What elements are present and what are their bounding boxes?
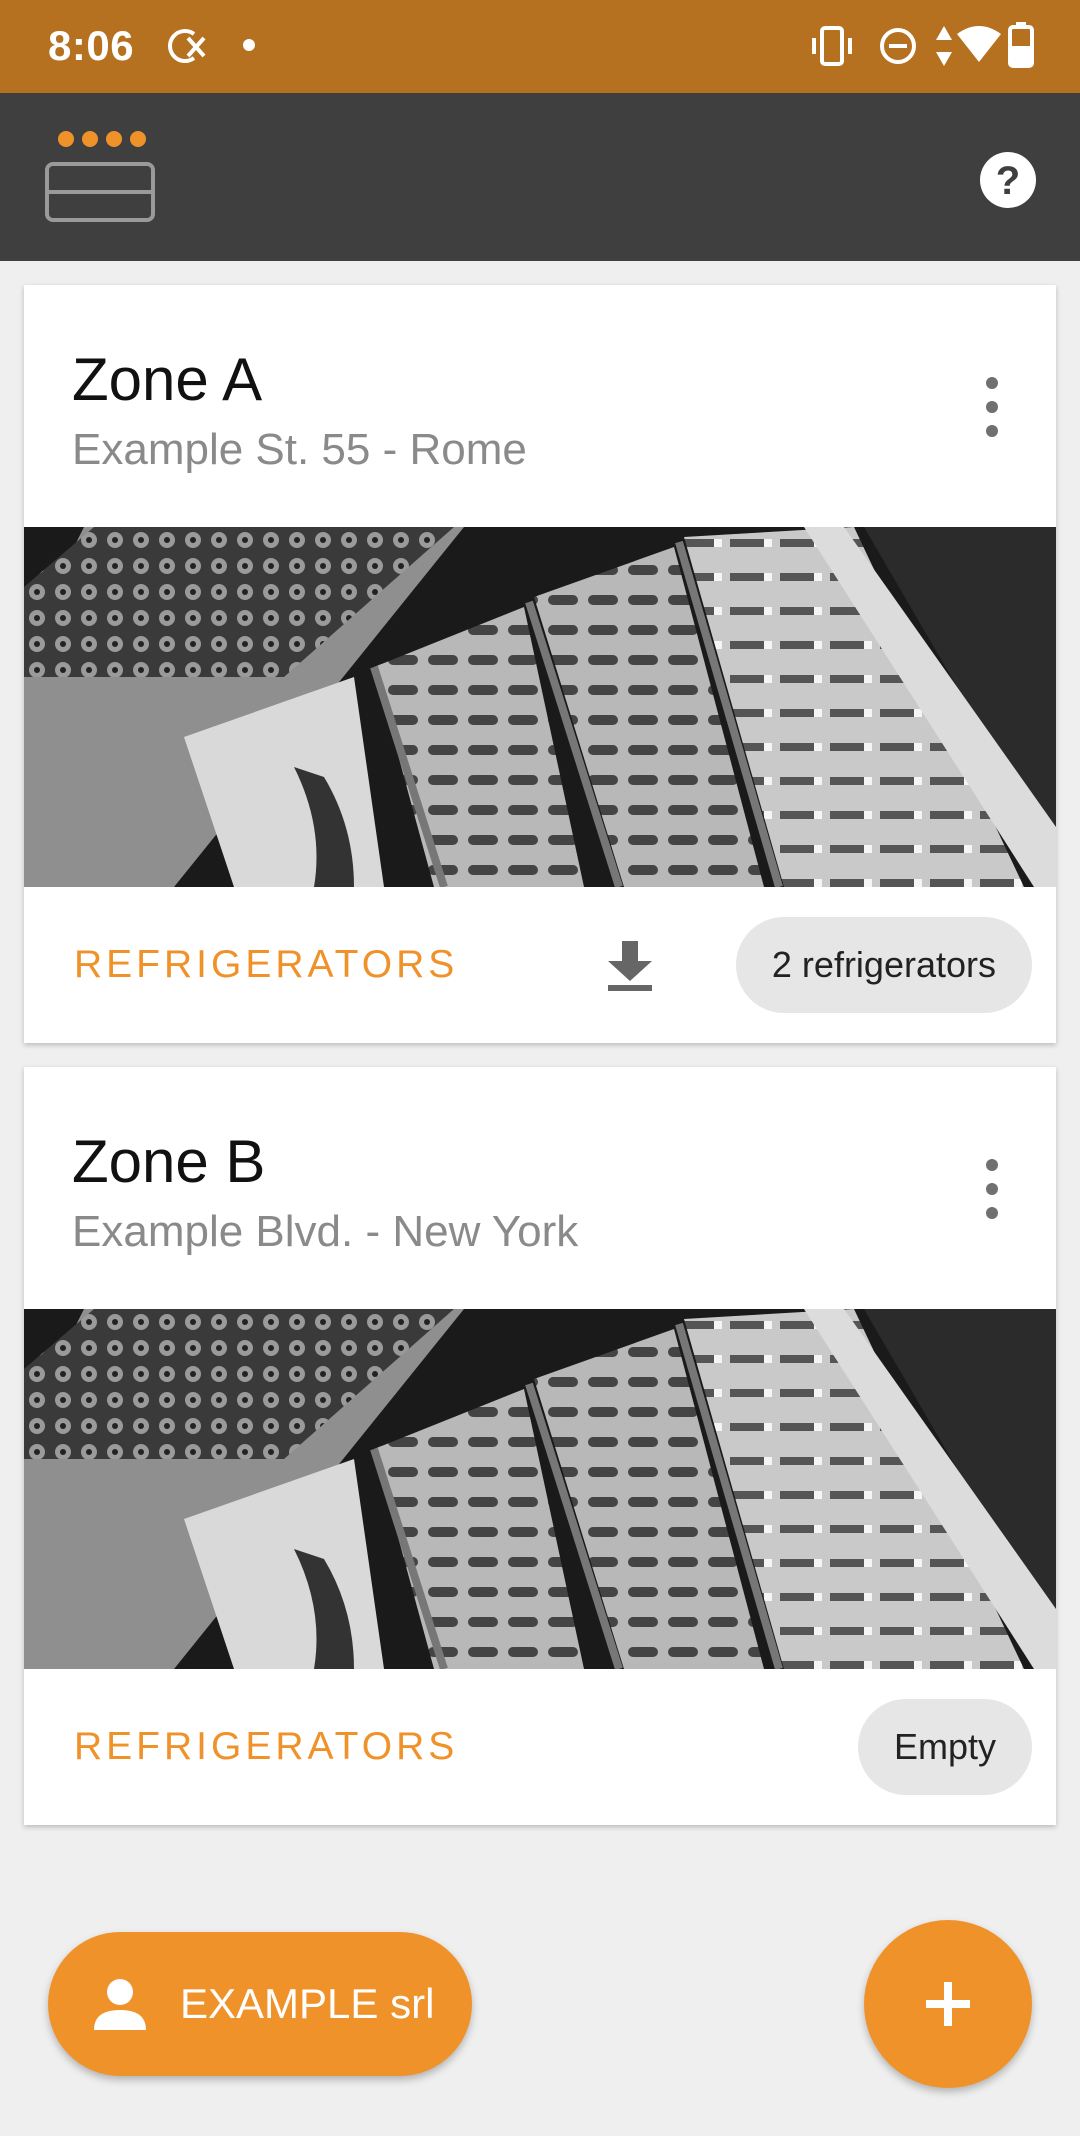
app-toolbar: ? — [0, 93, 1080, 261]
battery-icon — [1008, 22, 1034, 68]
refrigerators-button[interactable]: REFRIGERATORS — [74, 943, 458, 987]
zone-address: Example Blvd. - New York — [72, 1207, 579, 1256]
account-label: EXAMPLE srl — [180, 1980, 435, 2027]
more-options-icon[interactable] — [980, 1159, 1004, 1219]
plus-icon — [926, 1982, 970, 2026]
zone-image — [24, 527, 1056, 887]
account-button[interactable]: EXAMPLE srl — [48, 1932, 472, 2076]
help-icon[interactable]: ? — [978, 150, 1038, 210]
status-bar: 8:06 — [0, 0, 1080, 93]
zone-card-header: Zone A Example St. 55 - Rome — [24, 285, 1056, 527]
zone-card-footer: REFRIGERATORS Empty — [24, 1669, 1056, 1825]
person-icon — [94, 1979, 146, 2030]
zone-address: Example St. 55 - Rome — [72, 425, 527, 474]
refrigerator-count-chip: Empty — [857, 1699, 1032, 1795]
zone-card-footer: REFRIGERATORS 2 refrigerators — [24, 887, 1056, 1043]
dot-icon — [243, 39, 255, 51]
zone-card-header: Zone B Example Blvd. - New York — [24, 1067, 1056, 1309]
zone-title: Zone B — [72, 1128, 266, 1195]
do-not-disturb-icon — [880, 28, 916, 64]
wifi-icon — [957, 26, 1001, 62]
svg-text:?: ? — [996, 159, 1020, 203]
zone-title: Zone A — [72, 346, 263, 413]
add-zone-button[interactable] — [864, 1920, 1032, 2088]
clock: 8:06 — [48, 22, 135, 69]
refrigerator-count-chip: 2 refrigerators — [735, 917, 1032, 1013]
refrigerators-button[interactable]: REFRIGERATORS — [74, 1725, 458, 1769]
zone-card[interactable]: Zone A Example St. 55 - Rome REFRIGERATO… — [24, 285, 1056, 1043]
zone-card[interactable]: Zone B Example Blvd. - New York REFRIGER… — [24, 1067, 1056, 1825]
data-arrows-icon — [936, 26, 952, 66]
sync-disabled-icon — [168, 29, 206, 63]
vibrate-icon — [812, 26, 852, 66]
menu-icon[interactable] — [44, 129, 160, 225]
zone-image — [24, 1309, 1056, 1669]
download-icon[interactable] — [602, 937, 658, 993]
more-options-icon[interactable] — [980, 377, 1004, 437]
